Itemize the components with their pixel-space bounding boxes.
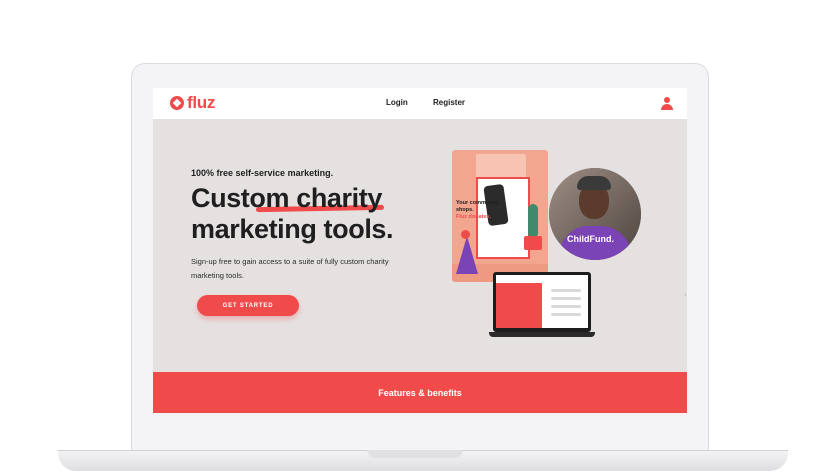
mini-line <box>551 297 581 300</box>
mini-hero-block <box>496 283 542 328</box>
mini-laptop-base <box>489 332 595 337</box>
poster-text: Your community shops. Fluz donates. <box>456 200 504 221</box>
headline-highlight: charity <box>296 183 382 213</box>
logo-text: fluz <box>187 93 216 112</box>
mini-screen-content <box>496 275 588 328</box>
hero-description: Sign-up free to gain access to a suite o… <box>191 257 389 280</box>
user-icon-head <box>664 97 670 103</box>
laptop-notch <box>367 450 463 458</box>
cone-shape <box>456 236 478 274</box>
fluz-logo[interactable]: fluz <box>170 93 215 113</box>
laptop-screen: fluz Login Register 100% free self-servi… <box>153 88 687 413</box>
hero-eyebrow: 100% free self-service marketing. <box>191 168 334 178</box>
top-nav: fluz Login Register <box>153 88 687 119</box>
mini-line <box>551 305 581 308</box>
scroll-indicator <box>685 293 686 296</box>
mini-line <box>551 289 581 292</box>
mini-line <box>551 313 581 316</box>
plant-pot <box>524 236 542 250</box>
headline-line2: marketing tools. <box>191 214 394 244</box>
get-started-button[interactable]: GET STARTED <box>197 295 299 316</box>
poster-line2: Fluz donates. <box>456 214 492 220</box>
childfund-label: ChildFund. <box>567 234 614 244</box>
login-link[interactable]: Login <box>386 96 408 110</box>
volunteer-portrait-image: ChildFund. <box>549 168 641 260</box>
plant-shape <box>528 204 538 238</box>
features-benefits-heading[interactable]: Features & benefits <box>378 388 462 398</box>
user-icon[interactable] <box>660 97 674 111</box>
user-icon-body <box>661 104 673 110</box>
hero-headline: Custom charity marketing tools. <box>191 183 431 245</box>
ball-shape <box>461 230 470 239</box>
mini-laptop-image <box>489 272 595 340</box>
mini-laptop-screen <box>493 272 591 332</box>
portrait-hat <box>577 176 611 190</box>
register-link[interactable]: Register <box>433 96 465 110</box>
promo-poster-image: Your community shops. Fluz donates. <box>452 150 548 282</box>
headline-prefix: Custom <box>191 183 297 213</box>
poster-line1: Your community shops. <box>456 200 499 213</box>
features-band[interactable]: Features & benefits <box>153 372 687 413</box>
fluz-logo-icon <box>170 96 184 110</box>
